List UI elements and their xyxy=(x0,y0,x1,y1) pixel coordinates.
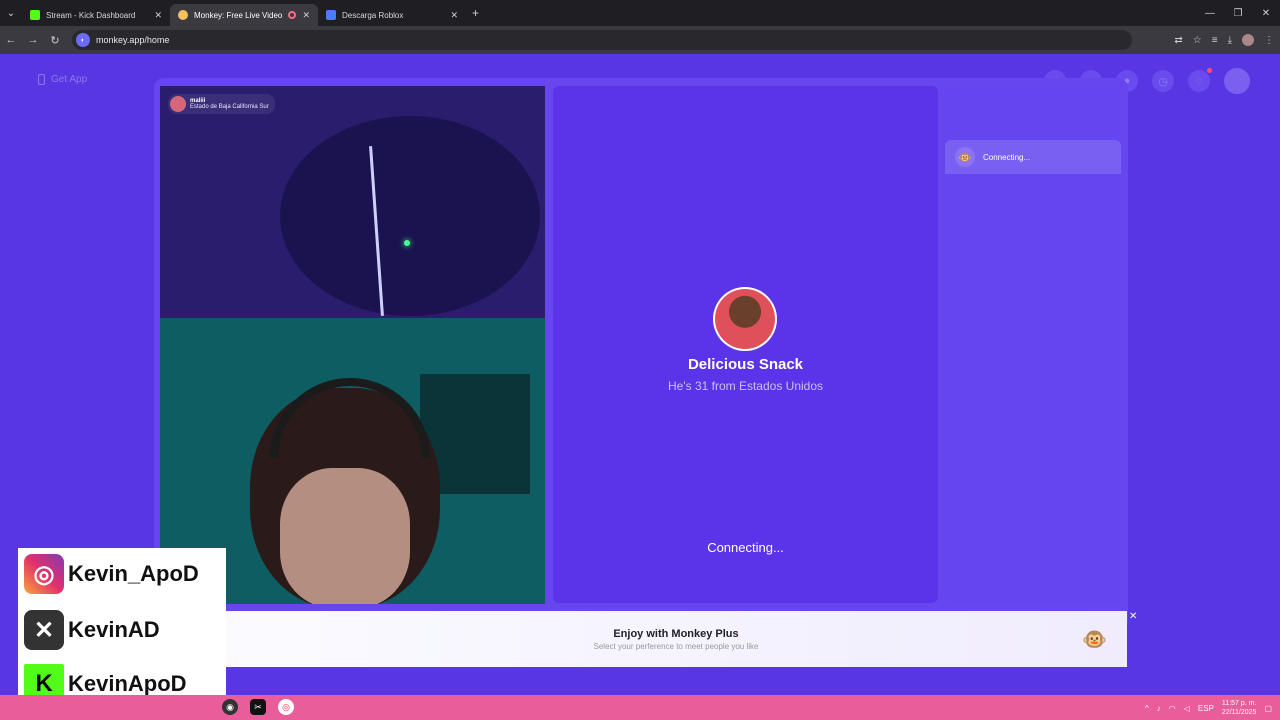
video-led xyxy=(404,240,410,246)
back-button[interactable]: ← xyxy=(0,34,22,46)
wifi-icon[interactable]: ◠ xyxy=(1169,704,1176,713)
address-bar[interactable]: ◐ monkey.app/home xyxy=(72,30,1132,50)
close-icon[interactable]: ✕ xyxy=(450,10,458,21)
new-tab-button[interactable]: + xyxy=(472,6,479,20)
notification-badge xyxy=(1207,68,1212,73)
get-app-label: Get App xyxy=(51,74,88,85)
avatar-image xyxy=(715,289,775,349)
instagram-handle: Kevin_ApoD xyxy=(68,561,199,586)
match-name: Delicious Snack xyxy=(687,356,804,373)
promo-title: Enjoy with Monkey Plus xyxy=(613,627,739,640)
chrome-icon[interactable]: ◎ xyxy=(278,699,294,715)
reading-list-icon[interactable]: ≡ xyxy=(1212,35,1218,46)
recording-icon xyxy=(288,11,297,19)
avatar xyxy=(170,96,186,112)
user-avatar[interactable] xyxy=(1224,68,1250,94)
promo-subtitle: Select your perference to meet people yo… xyxy=(593,641,759,651)
tab-roblox[interactable]: Descarga Roblox ✕ xyxy=(318,4,466,26)
instagram-icon: ◎ xyxy=(24,554,64,594)
browser-tab-strip: ⌄ Stream - Kick Dashboard ✕ Monkey: Free… xyxy=(0,0,1280,26)
close-window-button[interactable]: ✕ xyxy=(1252,8,1280,19)
cam-user-label: maliii Estado de Baja California Sur xyxy=(168,94,275,114)
video-shadow xyxy=(280,116,540,316)
browser-toolbar: ← → ↻ ◐ monkey.app/home ⇄ ☆ ≡ ⤓ ⋮ xyxy=(0,26,1280,54)
get-app-link[interactable]: Get App xyxy=(38,74,87,85)
video-headphones xyxy=(270,378,430,458)
volume-icon[interactable]: ◁ xyxy=(1184,704,1190,713)
tab-monkey[interactable]: Monkey: Free Live Video Ch ✕ xyxy=(170,4,318,26)
monkey-icon: 🐵 xyxy=(1082,629,1107,651)
windows-taskbar: ◉ ✂ ◎ ^ ♪ ◠ ◁ ESP 11:57 p. m. 22/11/2025… xyxy=(0,695,1280,720)
download-icon[interactable]: ⤓ xyxy=(1228,35,1232,46)
capcut-icon[interactable]: ✂ xyxy=(250,699,266,715)
connecting-status: Connecting... xyxy=(707,540,784,555)
monkey-plus-banner[interactable]: Enjoy with Monkey Plus Select your perfe… xyxy=(225,611,1127,667)
roblox-icon xyxy=(326,10,336,20)
social-x: ✕ KevinAD xyxy=(24,610,160,650)
date: 22/11/2025 xyxy=(1221,709,1257,716)
tab-kick-dashboard[interactable]: Stream - Kick Dashboard ✕ xyxy=(22,4,170,26)
phone-icon xyxy=(38,74,45,85)
tab-title: Stream - Kick Dashboard xyxy=(46,10,136,20)
match-avatar xyxy=(713,287,777,351)
kick-icon xyxy=(30,10,40,20)
system-tray: ^ ♪ ◠ ◁ ESP 11:57 p. m. 22/11/2025 ▢ xyxy=(1145,699,1272,717)
local-video xyxy=(160,86,545,318)
tab-search-button[interactable]: ⌄ xyxy=(0,0,22,26)
notifications-icon[interactable]: ▢ xyxy=(1264,704,1272,713)
language-indicator[interactable]: ESP xyxy=(1198,704,1214,713)
cam-user-location: Estado de Baja California Sur xyxy=(190,104,269,110)
side-connecting-row: 🐵 Connecting... xyxy=(945,140,1121,174)
social-overlay: ◎ Kevin_ApoD ✕ KevinAD K KevinApoD xyxy=(18,548,226,708)
toolbar-icons: ⇄ ☆ ≡ ⤓ ⋮ xyxy=(1174,26,1274,54)
tab-title: Descarga Roblox xyxy=(342,10,404,20)
clock[interactable]: 11:57 p. m. 22/11/2025 xyxy=(1222,699,1257,717)
match-info: He's 31 from Estados Unidos xyxy=(667,379,824,393)
social-instagram: ◎ Kevin_ApoD xyxy=(24,554,199,594)
minimize-button[interactable]: — xyxy=(1196,8,1224,19)
close-icon[interactable]: ✕ xyxy=(302,10,310,21)
side-status: Connecting... xyxy=(983,152,1031,162)
translate-icon[interactable]: ⇄ xyxy=(1174,35,1182,46)
url-text: monkey.app/home xyxy=(96,35,170,45)
forward-button[interactable]: → xyxy=(22,34,44,46)
microphone-icon[interactable]: ♪ xyxy=(1157,704,1161,713)
bookmark-star-icon[interactable]: ☆ xyxy=(1193,35,1202,46)
chevron-up-icon[interactable]: ^ xyxy=(1145,704,1149,713)
taskbar-apps: ◉ ✂ ◎ xyxy=(222,699,294,715)
maximize-button[interactable]: ❐ xyxy=(1224,8,1252,19)
monkey-icon xyxy=(178,10,188,20)
profile-avatar[interactable] xyxy=(1242,34,1254,46)
app-icon[interactable]: ◉ xyxy=(222,699,238,715)
site-info-icon[interactable]: ◐ xyxy=(76,33,90,47)
window-controls: — ❐ ✕ xyxy=(1196,0,1280,26)
monkey-icon: 🐵 xyxy=(955,147,975,167)
time: 11:57 p. m. xyxy=(1221,700,1257,707)
video-face xyxy=(280,468,410,604)
history-icon[interactable]: ◷ xyxy=(1152,70,1174,92)
kick-handle: KevinApoD xyxy=(68,671,187,696)
close-icon[interactable]: ✕ xyxy=(1129,611,1137,622)
menu-icon[interactable]: ⋮ xyxy=(1264,35,1274,46)
tab-title: Monkey: Free Live Video Ch xyxy=(194,10,284,20)
x-icon: ✕ xyxy=(24,610,64,650)
chat-icon[interactable]: ◌ xyxy=(1188,68,1212,92)
reload-button[interactable]: ↻ xyxy=(44,34,66,47)
x-handle: KevinAD xyxy=(68,617,160,642)
close-icon[interactable]: ✕ xyxy=(154,10,162,21)
